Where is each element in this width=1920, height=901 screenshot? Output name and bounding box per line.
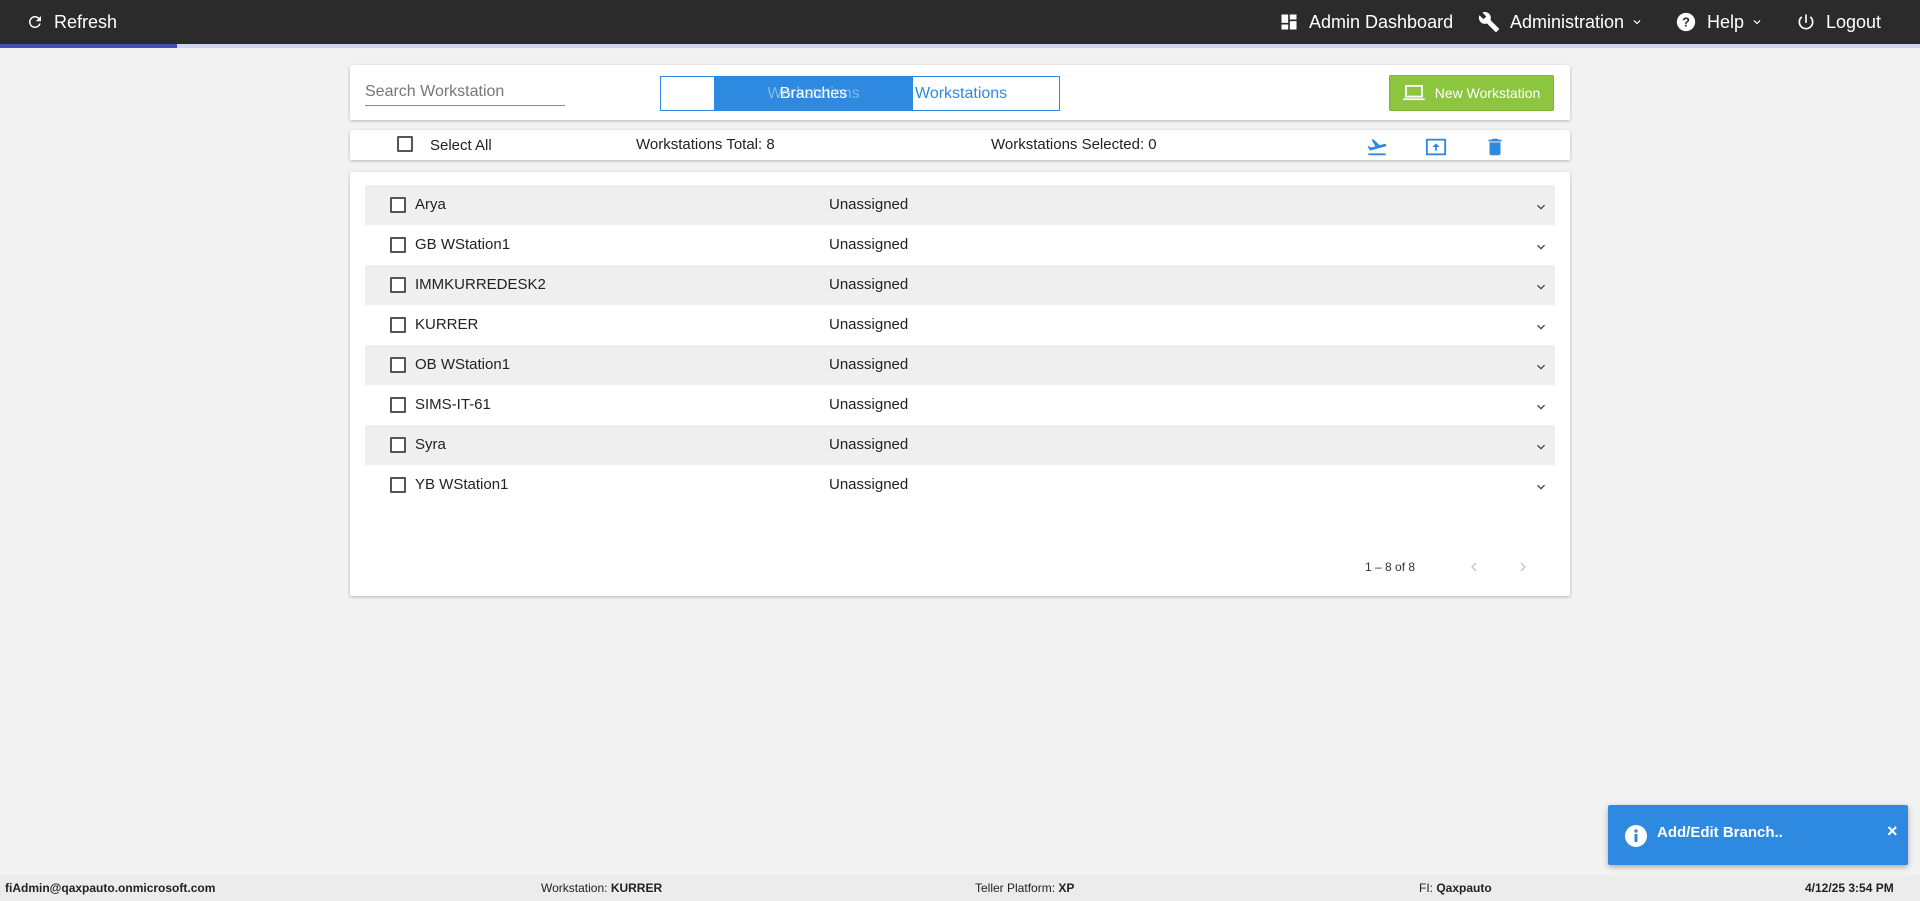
chevron-down-icon[interactable] [1533,199,1549,215]
row-checkbox[interactable] [390,477,406,493]
workstation-status: Unassigned [829,276,909,293]
row-checkbox[interactable] [390,437,406,453]
top-navbar: Refresh Admin Dashboard Administration ?… [0,0,1920,48]
row-checkbox[interactable] [390,317,406,333]
chevron-down-icon[interactable] [1533,479,1549,495]
chevron-down-icon[interactable] [1533,399,1549,415]
chevron-down-icon[interactable] [1533,359,1549,375]
refresh-button[interactable]: Refresh [26,0,117,44]
wrench-icon [1478,12,1500,33]
tab-branches[interactable]: Workstations Branches [714,77,913,110]
admin-dashboard-label: Admin Dashboard [1309,11,1454,32]
workstation-status: Unassigned [829,196,909,213]
admin-dashboard-link[interactable]: Admin Dashboard [1279,0,1453,44]
row-checkbox[interactable] [390,357,406,373]
laptop-icon [1403,85,1425,101]
tab-branches-label: Branches [779,84,848,102]
toast-notification: Add/Edit Branch.. × [1608,805,1908,865]
status-user-value: fiAdmin@qaxpauto.onmicrosoft.com [5,881,216,895]
status-fi-label: FI: [1419,881,1433,895]
help-icon: ? [1676,12,1696,32]
flight-takeoff-icon[interactable] [1366,136,1388,158]
toggle-empty-segment[interactable] [661,77,714,110]
new-workstation-label: New Workstation [1434,85,1541,101]
help-label: Help [1707,11,1745,32]
workstation-name: YB WStation1 [415,476,509,493]
pager-range: 1 – 8 of 8 [1365,560,1416,574]
chevron-down-icon [1753,20,1761,25]
logout-label: Logout [1826,11,1882,32]
workstation-name: SIMS-IT-61 [415,396,491,413]
table-row[interactable]: YB WStation1 Unassigned [365,465,1555,505]
loading-progress-bar [0,44,1920,48]
upload-icon[interactable] [1425,136,1447,158]
row-checkbox[interactable] [390,277,406,293]
view-toggle: Workstations Branches Workstations [660,76,1060,111]
status-fi: FI: Qaxpauto [1419,881,1492,895]
new-workstation-button[interactable]: New Workstation [1389,75,1554,111]
workstations-total: Workstations Total: 8 [636,136,775,153]
workstation-name: KURRER [415,316,479,333]
workstation-status: Unassigned [829,436,909,453]
status-platform-label: Teller Platform: [975,881,1056,895]
power-icon [1798,14,1814,30]
status-bar: fiAdmin@qaxpauto.onmicrosoft.com Worksta… [0,875,1920,901]
table-row[interactable]: Syra Unassigned [365,425,1555,465]
workstation-name: IMMKURREDESK2 [415,276,546,293]
chevron-left-icon[interactable] [1465,558,1483,576]
loading-progress-fill [0,44,177,48]
chevron-down-icon[interactable] [1533,239,1549,255]
table-row[interactable]: Arya Unassigned [365,185,1555,225]
workstation-name: Arya [415,196,446,213]
workstation-name: Syra [415,436,446,453]
row-checkbox[interactable] [390,197,406,213]
workstation-name: GB WStation1 [415,236,511,253]
table-row[interactable]: OB WStation1 Unassigned [365,345,1555,385]
workstation-name: OB WStation1 [415,356,511,373]
refrsh-icon [28,15,41,28]
refresh-label: Refresh [54,11,118,32]
dashboard-icon [1281,14,1297,30]
row-checkbox[interactable] [390,397,406,413]
select-all-checkbox[interactable] [397,136,413,152]
svg-text:?: ? [1682,15,1690,30]
chevron-down-icon[interactable] [1533,439,1549,455]
administration-label: Administration [1510,11,1625,32]
administration-menu[interactable]: Administration [1478,0,1654,44]
status-workstation: Workstation: KURRER [541,881,662,895]
tab-workstations-label: Workstations [915,84,1008,102]
status-workstation-value: KURRER [610,881,663,895]
help-menu[interactable]: ? Help [1675,0,1774,44]
workstation-status: Unassigned [829,396,909,413]
workstations-selected: Workstations Selected: 0 [991,136,1157,153]
chevron-down-icon[interactable] [1533,319,1549,335]
table-row[interactable]: GB WStation1 Unassigned [365,225,1555,265]
info-icon [1625,825,1647,847]
workstation-status: Unassigned [829,316,909,333]
status-user: fiAdmin@qaxpauto.onmicrosoft.com [5,881,215,895]
status-fi-value: Qaxpauto [1436,881,1492,895]
trash-icon[interactable] [1484,136,1506,158]
row-checkbox[interactable] [390,237,406,253]
chevron-right-icon[interactable] [1514,558,1532,576]
table-row[interactable]: IMMKURREDESK2 Unassigned [365,265,1555,305]
workstation-status: Unassigned [829,476,909,493]
status-platform: Teller Platform: XP [975,881,1074,895]
status-workstation-label: Workstation: [541,881,608,895]
logout-button[interactable]: Logout [1796,0,1881,44]
status-datetime-value: 4/12/25 3:54 PM [1805,881,1894,895]
table-row[interactable]: SIMS-IT-61 Unassigned [365,385,1555,425]
table-row[interactable]: KURRER Unassigned [365,305,1555,345]
select-all-label: Select All [430,137,492,154]
tab-workstations[interactable]: Workstations [913,77,1059,110]
workstation-status: Unassigned [829,356,909,373]
toast-message: Add/Edit Branch.. [1657,824,1783,841]
chevron-down-icon[interactable] [1533,279,1549,295]
status-platform-value: XP [1058,881,1075,895]
search-input[interactable] [365,81,565,106]
chevron-down-icon [1633,20,1641,25]
toast-close-button[interactable]: × [1887,821,1898,842]
status-datetime: 4/12/25 3:54 PM [1805,881,1894,895]
workstation-status: Unassigned [829,236,909,253]
